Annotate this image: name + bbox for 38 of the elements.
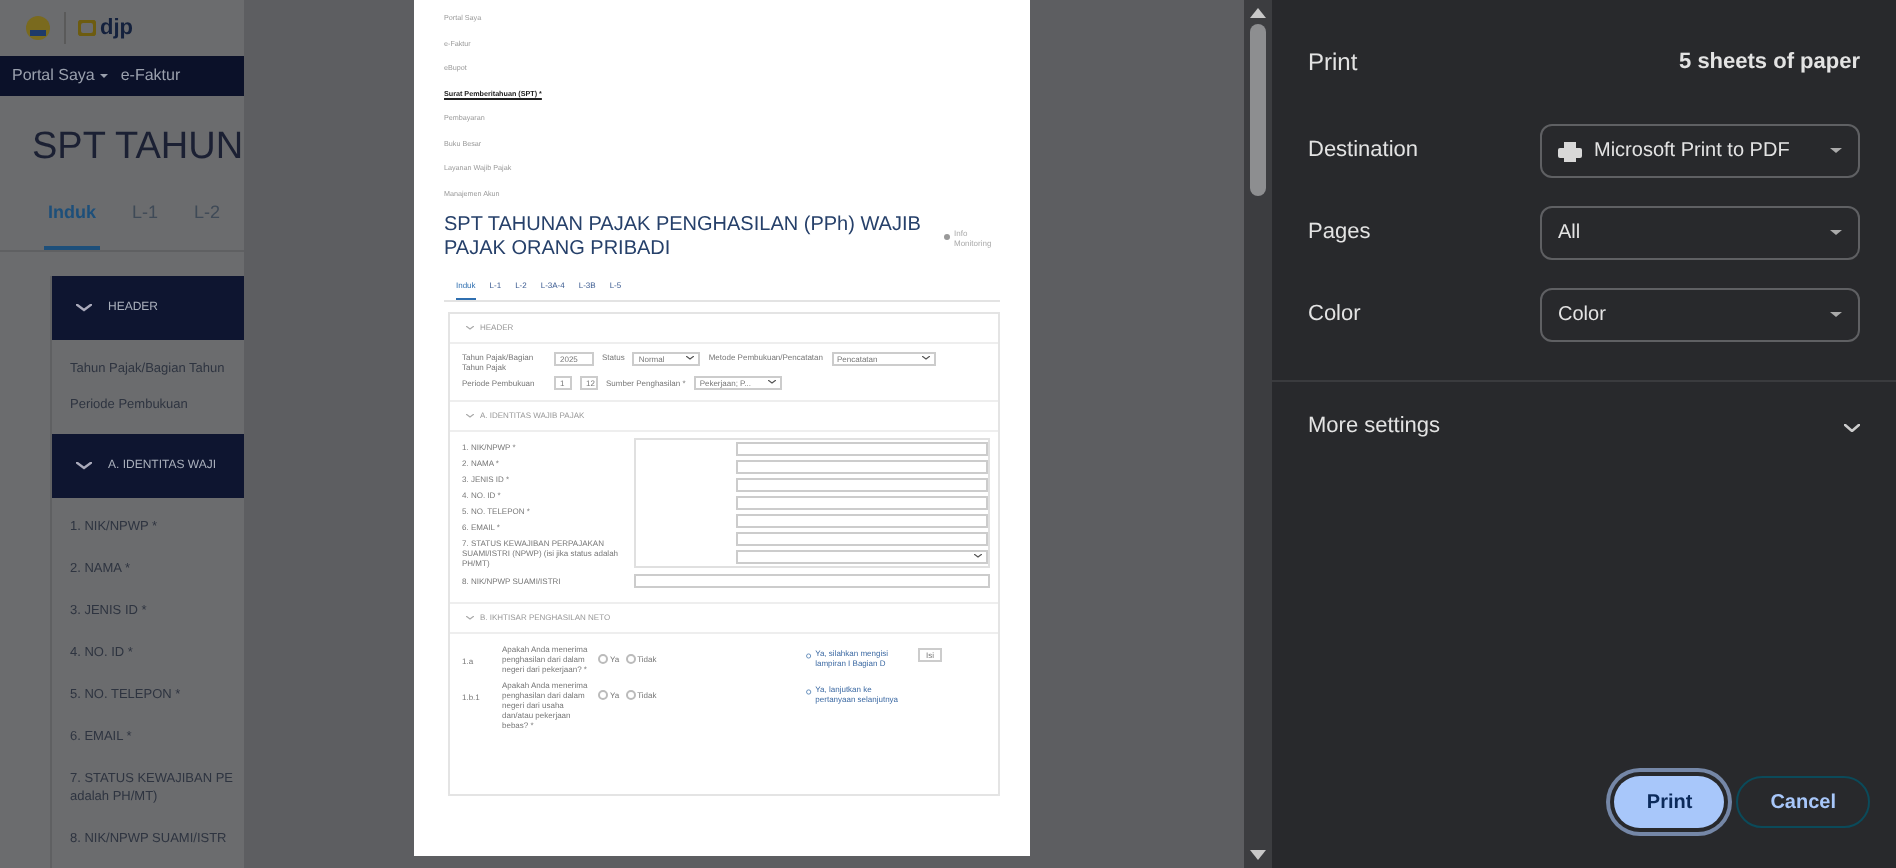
page-title: SPT TAHUN <box>30 124 244 173</box>
dialog-title: Print <box>1308 46 1358 80</box>
chevron-icon <box>1844 423 1860 431</box>
scroll-down-icon[interactable] <box>1250 850 1266 862</box>
nav-link[interactable]: Portal Saya <box>12 64 109 89</box>
logo-icon <box>78 19 96 36</box>
setting-label: Color <box>1308 300 1361 331</box>
input-field[interactable] <box>736 531 988 545</box>
caret-icon <box>1830 230 1842 236</box>
info-icon <box>806 651 812 659</box>
document-title: SPT TAHUNAN PAJAK PENGHASILAN (PPh) WAJIB PAJAK ORANG PRIBADI <box>444 213 923 261</box>
input-field[interactable] <box>736 513 988 527</box>
chevron-icon <box>76 304 92 312</box>
chevron-icon <box>76 462 92 470</box>
select-field[interactable]: Microsoft Print to PDF <box>1540 124 1860 178</box>
scroll-up-icon[interactable] <box>1250 6 1266 18</box>
more-settings-toggle[interactable]: More settings <box>1272 382 1896 472</box>
caret-icon <box>1830 312 1842 318</box>
emblem-icon <box>24 13 52 42</box>
setting-label: Pages <box>1308 218 1371 249</box>
scrollbar-thumb[interactable] <box>1250 24 1266 196</box>
input-field[interactable] <box>736 495 988 509</box>
select-field[interactable]: All <box>1540 206 1860 260</box>
input-field[interactable] <box>736 459 988 473</box>
print-button[interactable]: Print <box>1614 776 1725 828</box>
input-field[interactable] <box>736 477 988 491</box>
nav-link[interactable]: e-Faktur <box>120 64 181 89</box>
logo-text: djp <box>100 13 133 44</box>
cancel-button[interactable]: Cancel <box>1736 776 1870 828</box>
select-field[interactable]: Color <box>1540 288 1860 342</box>
caret-icon <box>1830 148 1842 154</box>
info-icon <box>806 687 812 695</box>
setting-label: Destination <box>1308 136 1419 167</box>
dropdown[interactable] <box>736 549 988 563</box>
dot-icon <box>944 234 950 240</box>
input-field[interactable] <box>736 441 988 455</box>
input-field[interactable] <box>634 573 990 587</box>
sheet-count: 5 sheets of paper <box>1679 47 1860 78</box>
